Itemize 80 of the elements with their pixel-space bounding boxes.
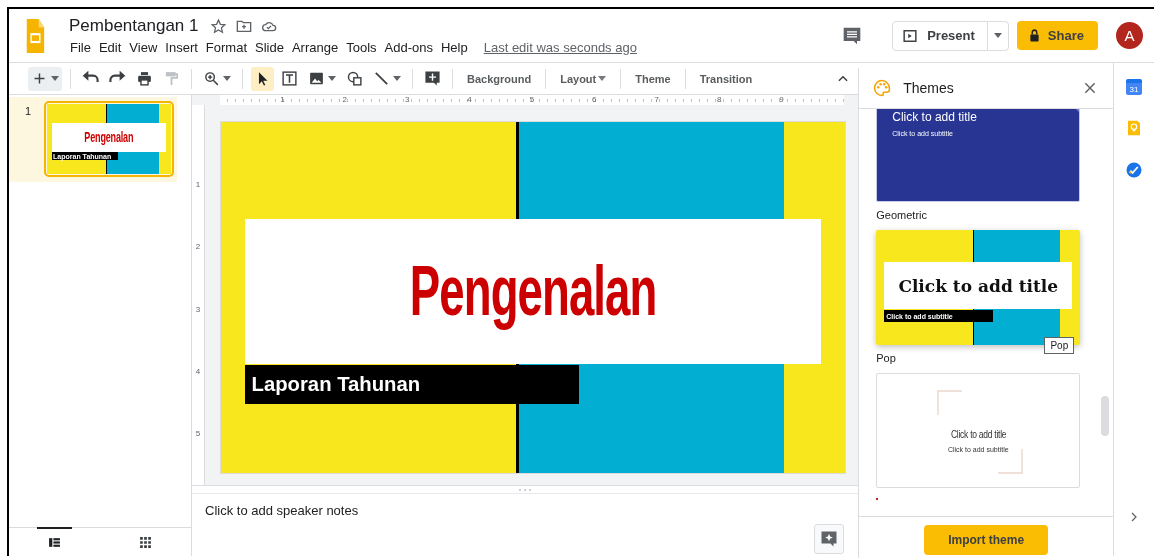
preview-title: Click to add title (898, 275, 1059, 296)
import-theme-button[interactable]: Import theme (924, 524, 1049, 555)
preview-title: Click to add title (892, 110, 977, 124)
menu-item[interactable]: View (126, 40, 163, 55)
image-icon (308, 70, 325, 87)
add-note-button[interactable] (814, 524, 845, 554)
menu-item[interactable]: Tools (343, 40, 382, 55)
ruler-number: 4 (466, 95, 473, 105)
toolbar-button[interactable]: Background (461, 72, 538, 85)
text-box-icon (281, 70, 298, 87)
slide-title-area[interactable]: Pengenalan (244, 218, 821, 364)
theme-name: Geometric (876, 209, 927, 221)
document-title[interactable]: Pembentangan 1 (67, 16, 201, 36)
ruler-number: 2 (195, 242, 201, 252)
ruler-number: 8 (715, 95, 723, 105)
menu-item[interactable]: Arrange (288, 40, 344, 55)
preview-title: Click to add title (950, 429, 1006, 440)
present-button[interactable]: Present (892, 20, 1009, 51)
vertical-ruler[interactable]: 1 2 3 4 5 (192, 105, 205, 485)
caret-icon (51, 76, 59, 81)
ruler-number: 1 (279, 95, 286, 105)
slide-title[interactable]: Pengenalan (409, 250, 656, 332)
star-icon[interactable] (209, 17, 227, 35)
present-icon (903, 28, 918, 43)
calendar-icon[interactable]: 31 (1126, 79, 1142, 95)
ruler-number: 5 (195, 429, 201, 439)
horizontal-ruler[interactable]: 1 2 3 4 5 6 7 8 9 (220, 95, 844, 105)
line-icon (373, 70, 390, 87)
paint-format-icon (163, 70, 180, 87)
share-button[interactable]: Share (1016, 21, 1098, 50)
comments-icon[interactable] (842, 25, 863, 46)
ruler-number: 5 (528, 95, 536, 105)
slide-subtitle[interactable]: Laporan Tahunan (251, 373, 421, 397)
toolbar-button[interactable]: Theme (629, 72, 677, 85)
zoom-icon (203, 70, 220, 87)
ruler-number: 9 (778, 95, 785, 105)
panel-title: Themes (903, 80, 955, 96)
last-edit-link[interactable]: Last edit was seconds ago (480, 40, 642, 55)
menu-item[interactable]: Edit (95, 40, 127, 55)
close-icon[interactable] (1083, 81, 1098, 95)
account-avatar[interactable]: A (1116, 22, 1143, 49)
select-button[interactable] (251, 66, 274, 91)
caret-icon (393, 76, 401, 81)
toolbar-button[interactable]: Transition (693, 72, 759, 85)
menu-item[interactable]: File (67, 40, 96, 55)
speaker-notes-field[interactable]: Click to add speaker notes (205, 503, 359, 556)
menu-item[interactable]: Help (437, 40, 473, 55)
menu-item[interactable]: Slide (252, 40, 289, 55)
grid-icon (139, 536, 152, 549)
ruler-number: 6 (591, 95, 598, 105)
ruler-number: 7 (653, 95, 660, 105)
ruler-number: 3 (403, 95, 411, 105)
ruler-number: 1 (195, 179, 201, 189)
menu-item[interactable]: Insert (162, 40, 203, 55)
subtitle-box[interactable]: Laporan Tahunan (244, 364, 579, 405)
comment-star-icon (820, 530, 839, 548)
ruler-number: 3 (195, 304, 201, 314)
lock-icon (1028, 29, 1040, 42)
add-comment-icon (424, 70, 441, 87)
slide[interactable]: Pengenalan Laporan Tahunan (221, 122, 845, 473)
list-icon (48, 536, 61, 549)
caret-icon (328, 76, 336, 81)
shape-icon (346, 70, 363, 87)
tasks-icon[interactable] (1125, 161, 1143, 179)
caret-icon (223, 76, 231, 81)
theme-name: Pop (876, 352, 896, 364)
ruler-number: 2 (341, 95, 348, 105)
folder-icon[interactable] (235, 18, 252, 34)
menu-item[interactable]: Add-ons (381, 40, 438, 55)
menu-item[interactable]: Format (202, 40, 252, 55)
new-slide-button[interactable] (28, 66, 62, 91)
caret-icon (993, 33, 1002, 38)
scrollbar[interactable] (1101, 396, 1110, 436)
tooltip: Pop (1044, 337, 1075, 354)
ruler-number: 4 (195, 367, 201, 377)
slide-number: 1 (25, 104, 33, 119)
toolbar-button[interactable]: Layout (554, 72, 613, 85)
print-icon (136, 70, 153, 87)
thumbnail-title: Pengenalan (84, 130, 134, 146)
palette-icon (873, 79, 892, 97)
